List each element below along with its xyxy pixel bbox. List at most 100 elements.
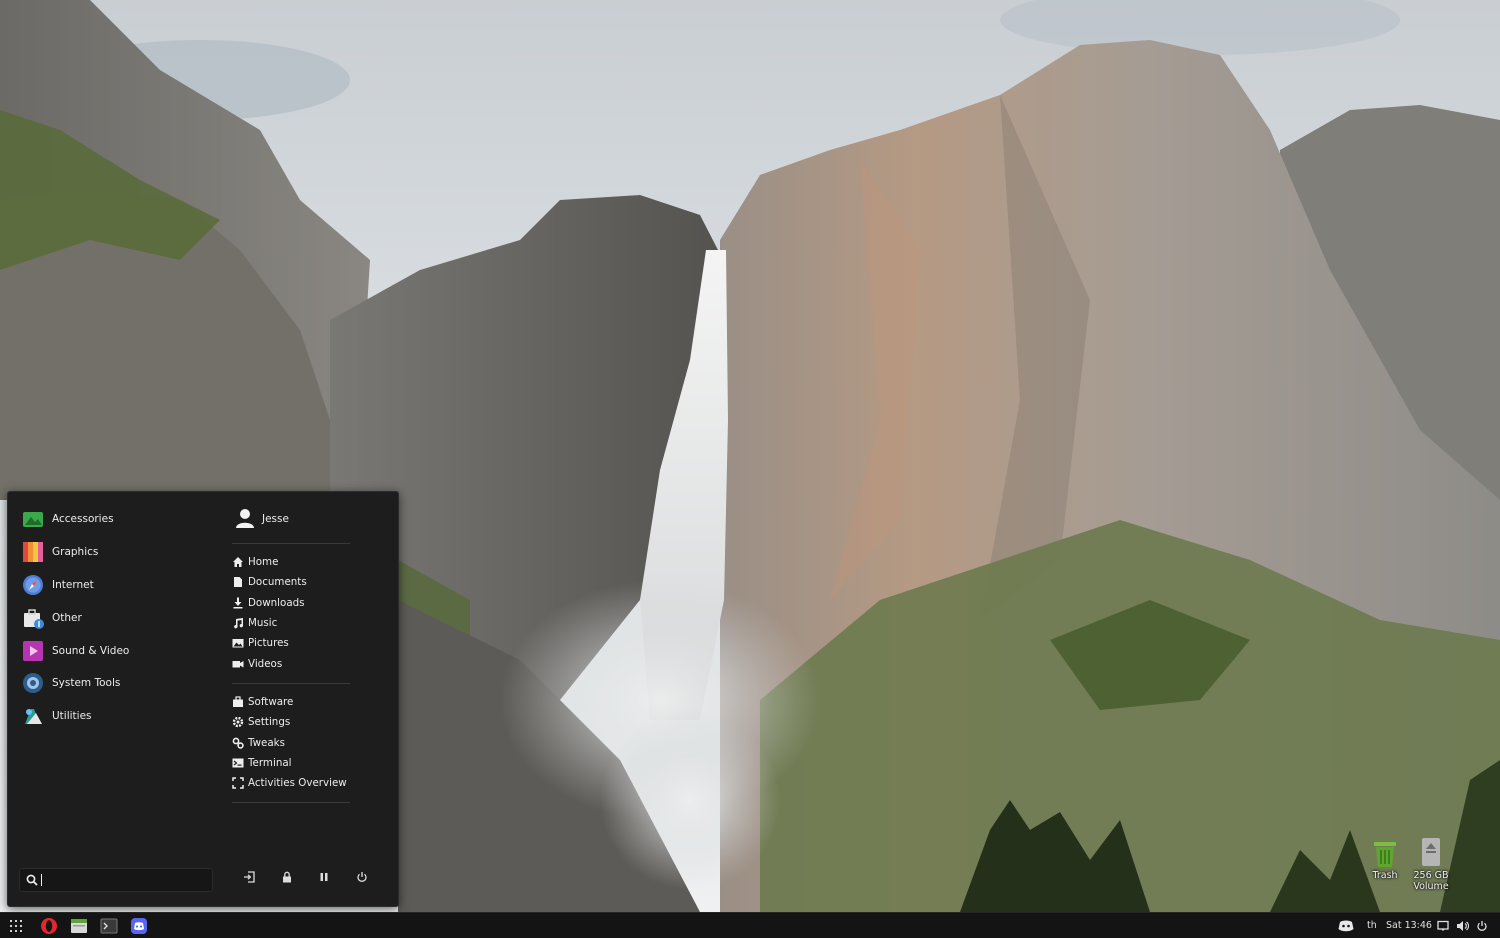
home-icon [232,556,244,568]
overview-icon [232,777,244,789]
volume-label: 256 GB Volume [1413,870,1449,892]
place-label: Downloads [248,596,305,609]
files-icon [71,918,87,933]
category-internet[interactable]: Internet [22,569,222,602]
accessories-icon [22,508,44,530]
place-documents[interactable]: Documents [232,572,352,592]
logout-button[interactable] [238,866,260,888]
category-label: Other [52,611,82,624]
lock-icon [283,871,291,883]
video-icon [232,658,244,670]
utilities-icon [22,705,44,727]
other-icon [22,607,44,629]
system-settings[interactable]: Settings [232,712,352,732]
music-icon [232,617,244,629]
internet-icon [22,574,44,596]
category-sound-video[interactable]: Sound & Video [22,634,222,667]
logout-icon [244,871,255,883]
category-utilities[interactable]: Utilities [22,700,222,733]
discord-icon [1338,920,1354,931]
place-label: Home [248,556,279,569]
text-caret [41,874,42,886]
places-list: Jesse Home Documents Downloads Music Pic… [232,504,352,811]
notification-icon [1437,920,1449,931]
category-list: Accessories Graphics Internet Other Soun… [22,503,222,733]
keyboard-layout-indicator[interactable]: th [1367,913,1377,938]
category-system-tools[interactable]: System Tools [22,667,222,700]
system-label: Activities Overview [248,777,347,790]
place-music[interactable]: Music [232,613,352,633]
tray-volume[interactable] [1456,913,1469,938]
search-input[interactable] [46,873,196,887]
place-home[interactable]: Home [232,552,352,572]
system-activities-overview[interactable]: Activities Overview [232,773,352,793]
place-label: Videos [248,657,283,670]
category-graphics[interactable]: Graphics [22,536,222,569]
user-icon [234,507,256,532]
place-pictures[interactable]: Pictures [232,633,352,653]
category-accessories[interactable]: Accessories [22,503,222,536]
tweaks-icon [232,737,244,749]
pictures-icon [232,637,244,649]
place-videos[interactable]: Videos [232,653,352,673]
download-icon [232,597,244,609]
software-icon [232,696,244,708]
place-label: Documents [248,576,307,589]
system-terminal[interactable]: Terminal [232,753,352,773]
discord-launcher[interactable] [128,913,150,938]
user-item[interactable]: Jesse [232,504,352,534]
lock-button[interactable] [276,866,298,888]
power-icon [357,872,367,882]
place-downloads[interactable]: Downloads [232,593,352,613]
tray-power-menu[interactable] [1476,913,1488,938]
files-launcher[interactable] [68,913,90,938]
terminal-launcher[interactable] [98,913,120,938]
system-label: Terminal [248,756,292,769]
suspend-button[interactable] [313,866,335,888]
place-label: Pictures [248,637,289,650]
system-tools-icon [22,672,44,694]
discord-icon [131,917,147,934]
opera-launcher[interactable] [38,913,60,938]
system-tweaks[interactable]: Tweaks [232,732,352,752]
category-label: Accessories [52,513,114,526]
document-icon [232,576,244,588]
volume-icon [1457,920,1469,931]
application-menu: Accessories Graphics Internet Other Soun… [7,491,399,907]
trash-icon [1374,842,1396,867]
tray-discord[interactable] [1338,913,1354,938]
suspend-icon [320,873,328,881]
terminal-icon [232,757,244,769]
category-label: Graphics [52,546,99,559]
drive-icon [1422,838,1440,866]
keyboard-layout-label: th [1367,920,1377,931]
power-off-button[interactable] [351,866,373,888]
category-label: Utilities [52,710,92,723]
places-separator [232,682,350,684]
sound-video-icon [22,640,44,662]
gear-icon [232,716,244,728]
trash-label: Trash [1372,870,1398,881]
volume-desktop-item[interactable]: 256 GB Volume [1404,836,1458,892]
opera-icon [41,917,57,934]
show-apps-button[interactable] [6,913,26,938]
places-separator [232,802,350,804]
clock-label: Sat 13:46 [1386,920,1432,931]
terminal-icon [100,918,118,933]
tray-notifications[interactable] [1437,913,1449,938]
system-software[interactable]: Software [232,692,352,712]
category-label: System Tools [52,677,121,690]
places-separator [232,543,350,544]
system-label: Software [248,695,294,708]
graphics-icon [22,541,44,563]
system-label: Tweaks [248,736,285,749]
clock[interactable]: Sat 13:46 [1386,913,1432,938]
category-label: Sound & Video [52,644,130,657]
search-icon [26,874,38,886]
power-icon [1477,920,1487,931]
system-label: Settings [248,716,291,729]
user-name: Jesse [262,513,289,525]
bottom-panel: th Sat 13:46 [0,912,1500,938]
search-box[interactable] [19,868,213,892]
category-other[interactable]: Other [22,601,222,634]
